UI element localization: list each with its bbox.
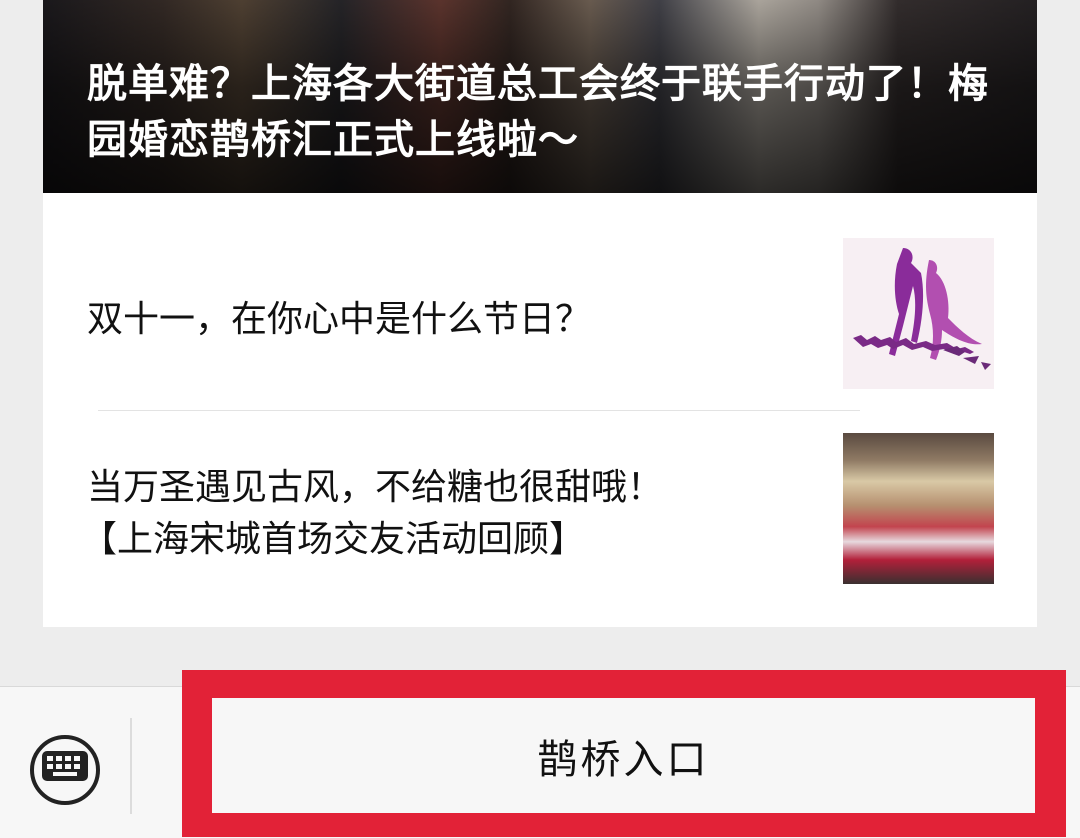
article-item-title: 当万圣遇见古风，不给糖也很甜哦！ 【上海宋城首场交友活动回顾】	[81, 462, 664, 566]
menu-separator	[130, 718, 132, 814]
keyboard-toggle-button[interactable]	[30, 735, 100, 805]
article-card: 脱单难？上海各大街道总工会终于联手行动了！梅园婚恋鹊桥汇正式上线啦～ 双十一，在…	[43, 0, 1037, 627]
keyboard-icon	[42, 751, 88, 781]
featured-article[interactable]: 脱单难？上海各大街道总工会终于联手行动了！梅园婚恋鹊桥汇正式上线啦～	[43, 0, 1037, 193]
article-item[interactable]: 当万圣遇见古风，不给糖也很甜哦！ 【上海宋城首场交友活动回顾】	[43, 411, 1037, 627]
article-thumbnail-couple-silhouette	[843, 238, 994, 389]
article-thumbnail-group-photo	[843, 433, 994, 584]
article-item[interactable]: 双十一，在你心中是什么节日？	[43, 193, 1037, 410]
article-item-title-line: 当万圣遇见古风，不给糖也很甜哦！	[87, 467, 664, 508]
magpie-bridge-entry-button[interactable]: 鹊桥入口	[212, 698, 1035, 813]
article-item-subtitle: 【上海宋城首场交友活动回顾】	[81, 519, 586, 560]
featured-article-title: 脱单难？上海各大街道总工会终于联手行动了！梅园婚恋鹊桥汇正式上线啦～	[87, 61, 989, 163]
article-item-title: 双十一，在你心中是什么节日？	[87, 299, 592, 340]
